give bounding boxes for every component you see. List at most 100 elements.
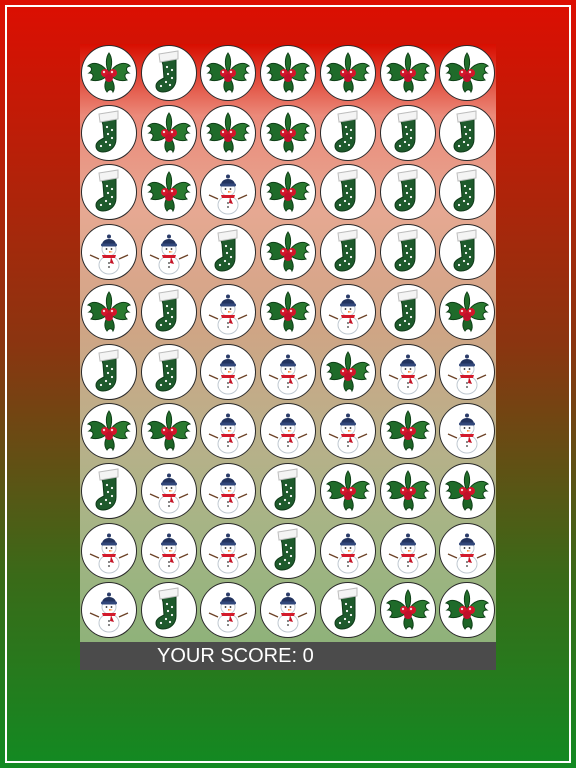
stocking-icon	[145, 49, 193, 97]
game-tile[interactable]	[439, 582, 496, 639]
game-tile[interactable]	[81, 403, 137, 460]
snowman-icon	[384, 348, 432, 396]
game-tile[interactable]	[140, 104, 197, 161]
game-tile[interactable]	[140, 224, 197, 281]
game-tile[interactable]	[260, 522, 317, 579]
game-tile[interactable]	[200, 224, 257, 281]
game-tile[interactable]	[439, 462, 496, 519]
game-tile[interactable]	[260, 582, 317, 639]
game-tile[interactable]	[319, 343, 376, 400]
game-tile[interactable]	[81, 522, 137, 579]
holly-icon	[384, 407, 432, 455]
game-tile[interactable]	[260, 45, 317, 101]
game-tile[interactable]	[140, 582, 197, 639]
game-tile[interactable]	[200, 403, 257, 460]
holly-icon	[324, 49, 372, 97]
snowman-icon	[204, 586, 252, 634]
snowman-icon	[324, 288, 372, 336]
holly-icon	[384, 467, 432, 515]
game-tile[interactable]	[140, 45, 197, 101]
game-tile[interactable]	[200, 522, 257, 579]
stocking-icon	[324, 168, 372, 216]
holly-icon	[324, 348, 372, 396]
game-tile[interactable]	[379, 403, 436, 460]
snowman-icon	[324, 527, 372, 575]
game-tile[interactable]	[81, 343, 137, 400]
game-tile[interactable]	[260, 104, 317, 161]
score-label: YOUR SCORE: 0	[157, 645, 314, 667]
game-tile[interactable]	[140, 283, 197, 340]
game-tile[interactable]	[81, 164, 137, 221]
holly-icon	[145, 407, 193, 455]
score-bar: YOUR SCORE: 0	[80, 642, 496, 670]
game-tile[interactable]	[319, 403, 376, 460]
game-tile[interactable]	[140, 462, 197, 519]
game-tile[interactable]	[260, 343, 317, 400]
game-tile[interactable]	[260, 462, 317, 519]
game-tile[interactable]	[140, 403, 197, 460]
game-tile[interactable]	[439, 224, 496, 281]
game-tile[interactable]	[200, 45, 257, 101]
game-tile[interactable]	[439, 522, 496, 579]
stocking-icon	[85, 109, 133, 157]
game-tile[interactable]	[200, 343, 257, 400]
game-tile[interactable]	[319, 224, 376, 281]
game-tile[interactable]	[439, 45, 496, 101]
game-tile[interactable]	[379, 462, 436, 519]
game-tile[interactable]	[319, 283, 376, 340]
stocking-icon	[145, 586, 193, 634]
snowman-icon	[384, 527, 432, 575]
game-tile[interactable]	[140, 343, 197, 400]
game-tile[interactable]	[379, 522, 436, 579]
game-tile[interactable]	[81, 45, 137, 101]
game-tile[interactable]	[81, 104, 137, 161]
game-tile[interactable]	[260, 224, 317, 281]
game-tile[interactable]	[260, 283, 317, 340]
game-tile[interactable]	[439, 164, 496, 221]
game-tile[interactable]	[81, 224, 137, 281]
game-tile[interactable]	[200, 283, 257, 340]
game-tile[interactable]	[439, 104, 496, 161]
snowman-icon	[443, 348, 491, 396]
game-tile[interactable]	[140, 164, 197, 221]
snowman-icon	[204, 467, 252, 515]
game-tile[interactable]	[379, 104, 436, 161]
game-tile[interactable]	[379, 45, 436, 101]
holly-icon	[384, 49, 432, 97]
game-tile[interactable]	[140, 522, 197, 579]
stocking-icon	[384, 109, 432, 157]
holly-icon	[443, 288, 491, 336]
stocking-icon	[443, 168, 491, 216]
holly-icon	[264, 288, 312, 336]
snowman-icon	[443, 407, 491, 455]
game-tile[interactable]	[379, 224, 436, 281]
game-tile[interactable]	[260, 164, 317, 221]
game-tile[interactable]	[260, 403, 317, 460]
game-tile[interactable]	[379, 343, 436, 400]
game-tile[interactable]	[379, 283, 436, 340]
game-tile[interactable]	[379, 582, 436, 639]
game-tile[interactable]	[319, 45, 376, 101]
game-tile[interactable]	[319, 164, 376, 221]
game-tile[interactable]	[379, 164, 436, 221]
holly-icon	[204, 49, 252, 97]
game-tile[interactable]	[81, 283, 137, 340]
game-tile[interactable]	[439, 343, 496, 400]
holly-icon	[264, 49, 312, 97]
game-tile[interactable]	[439, 283, 496, 340]
game-tile[interactable]	[200, 462, 257, 519]
stocking-icon	[204, 228, 252, 276]
game-tile[interactable]	[319, 522, 376, 579]
game-tile[interactable]	[319, 462, 376, 519]
game-tile[interactable]	[319, 104, 376, 161]
game-board	[80, 44, 496, 642]
game-tile[interactable]	[319, 582, 376, 639]
stocking-icon	[443, 109, 491, 157]
holly-icon	[443, 467, 491, 515]
game-tile[interactable]	[81, 582, 137, 639]
game-tile[interactable]	[200, 104, 257, 161]
game-tile[interactable]	[439, 403, 496, 460]
game-tile[interactable]	[200, 164, 257, 221]
game-tile[interactable]	[200, 582, 257, 639]
game-tile[interactable]	[81, 462, 137, 519]
